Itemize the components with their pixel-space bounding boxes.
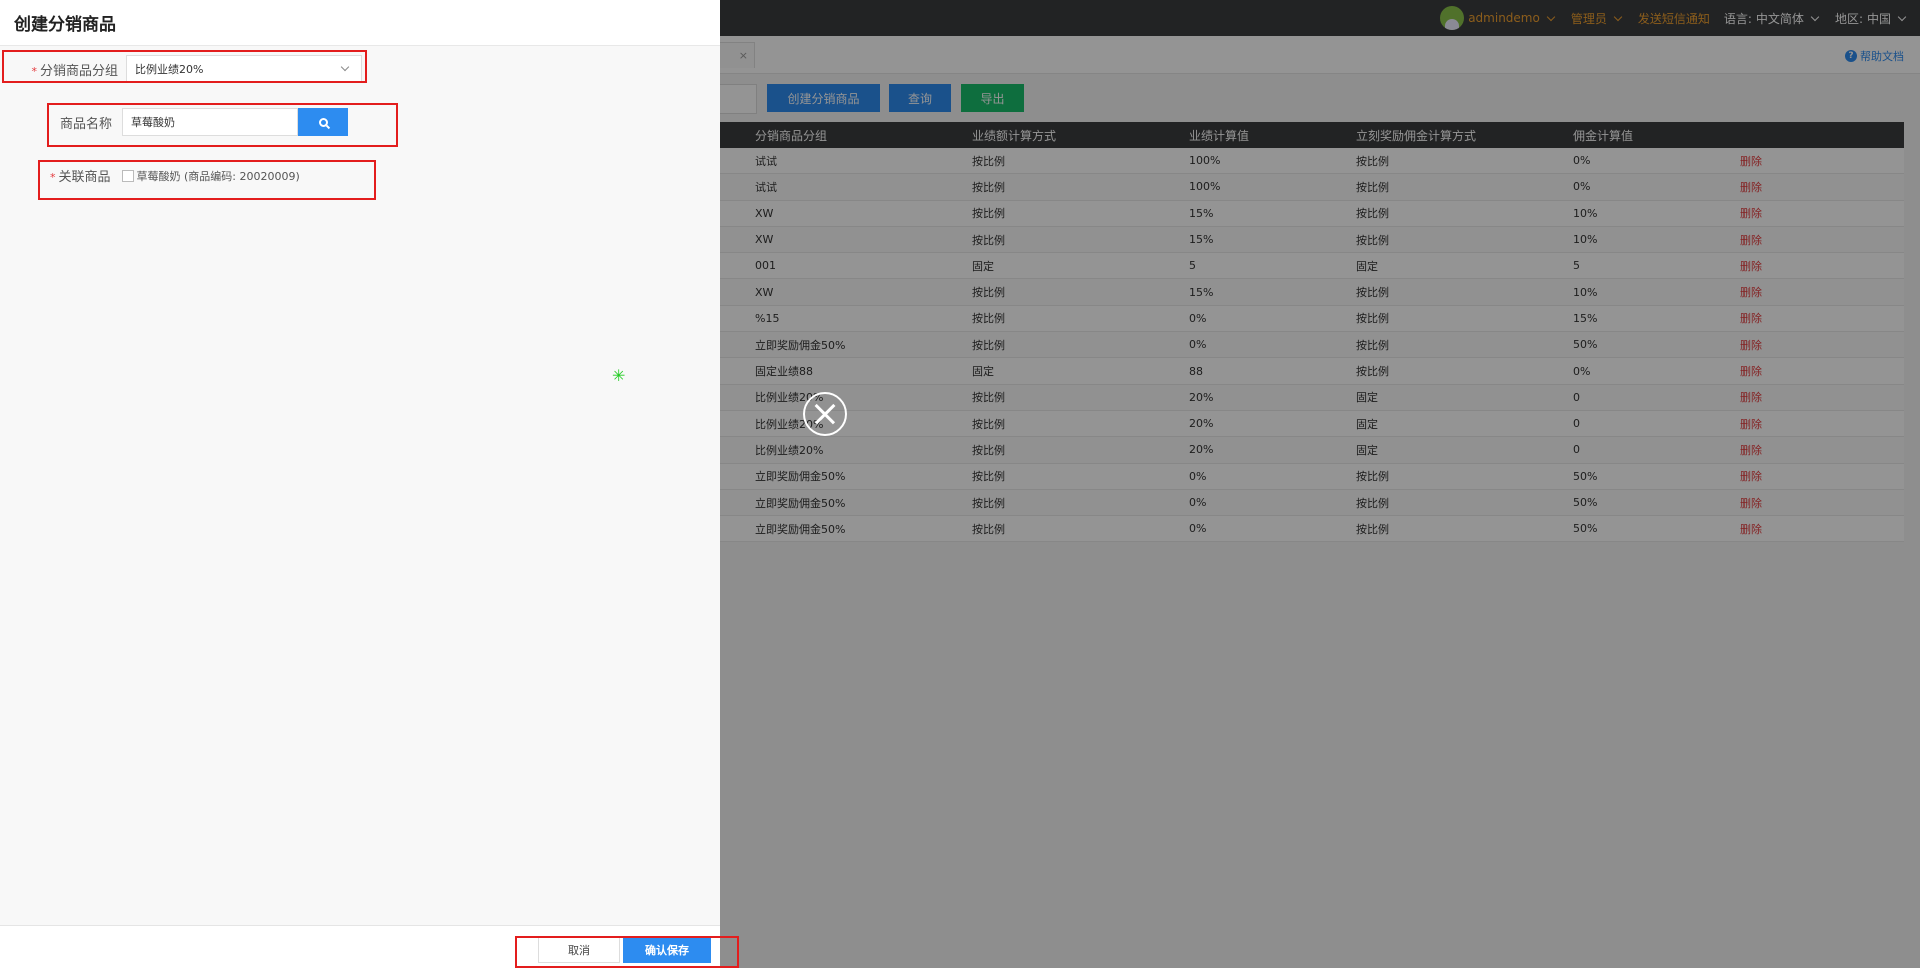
cursor-marker: ✳ xyxy=(612,366,626,385)
close-icon[interactable] xyxy=(803,392,847,436)
highlight-box-group xyxy=(2,50,367,83)
drawer-title: 创建分销商品 xyxy=(0,0,720,46)
highlight-box-product-name xyxy=(47,103,398,147)
highlight-box-related-product xyxy=(38,160,376,200)
highlight-box-footer-buttons xyxy=(515,936,739,968)
